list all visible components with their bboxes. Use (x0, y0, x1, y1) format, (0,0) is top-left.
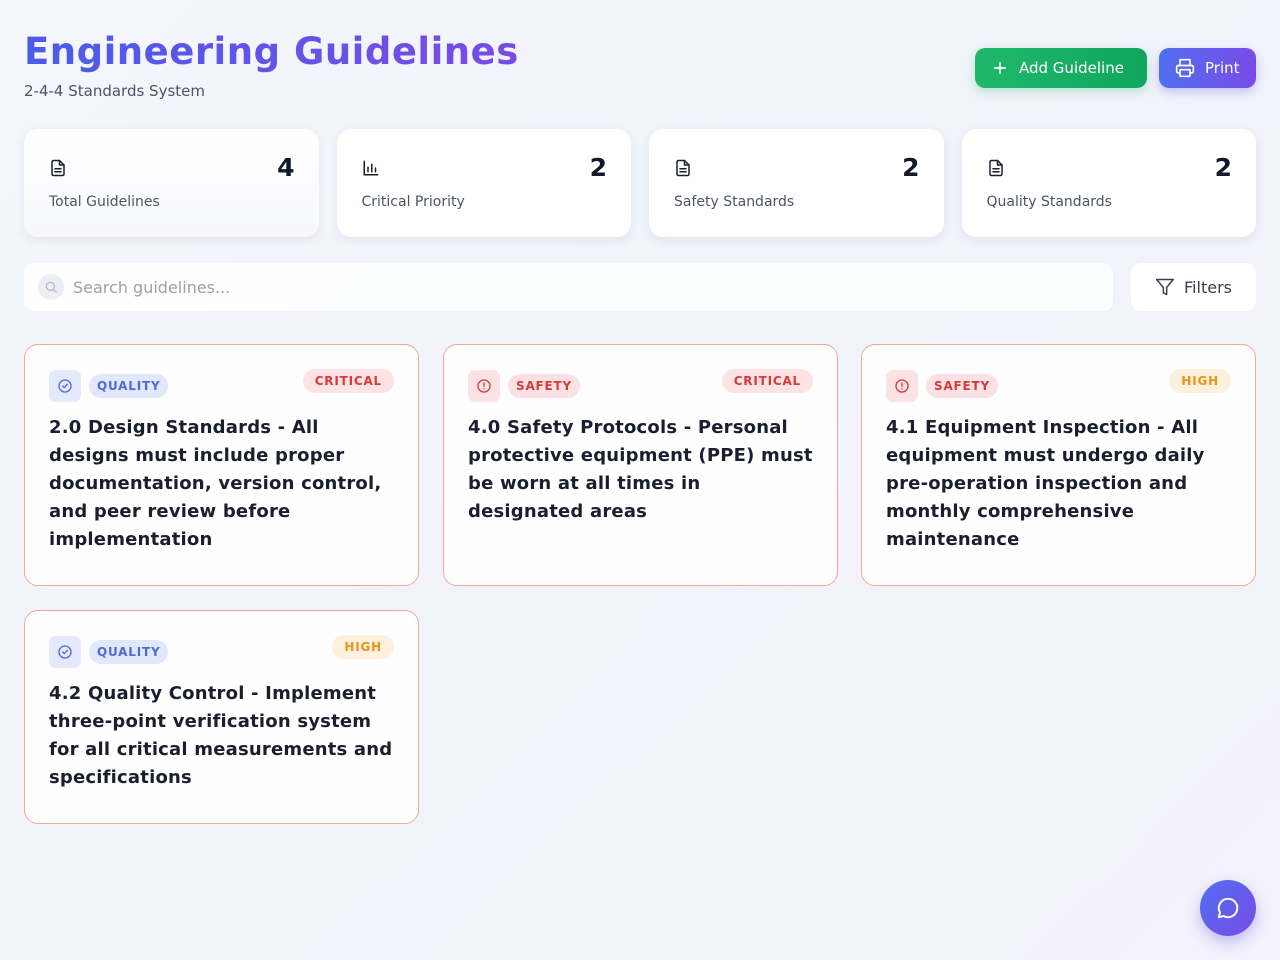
filters-label: Filters (1184, 277, 1232, 297)
guideline-text: 4.0 Safety Protocols - Personal protecti… (468, 417, 813, 522)
stat-card-total: 4 Total Guidelines (24, 129, 319, 237)
category-badge: QUALITY (89, 640, 169, 664)
category-badge: QUALITY (89, 374, 169, 398)
document-icon (988, 159, 1003, 177)
plus-icon (993, 61, 1007, 75)
stats-row: 4 Total Guidelines 2 Critical Priority 2… (24, 129, 1256, 237)
stat-value: 2 (1214, 153, 1232, 182)
guideline-card[interactable]: QUALITY HIGH 4.2 Quality Control - Imple… (24, 610, 419, 824)
filters-button[interactable]: Filters (1131, 263, 1256, 311)
stat-card-quality: 2 Quality Standards (961, 129, 1256, 237)
alert-circle-icon (886, 370, 918, 402)
priority-badge: HIGH (1169, 369, 1231, 393)
priority-badge: HIGH (332, 635, 394, 659)
chat-button[interactable] (1200, 880, 1256, 936)
stat-card-critical: 2 Critical Priority (336, 129, 631, 237)
stat-label: Safety Standards (674, 194, 795, 210)
header-actions: Add Guideline Print (975, 48, 1256, 88)
priority-badge: CRITICAL (302, 369, 394, 393)
stat-label: Total Guidelines (49, 194, 160, 210)
priority-badge: CRITICAL (721, 369, 813, 393)
guideline-text: 4.2 Quality Control - Implement three-po… (49, 683, 393, 788)
guideline-card[interactable]: SAFETY HIGH 4.1 Equipment Inspection - A… (861, 344, 1256, 586)
stat-label: Critical Priority (361, 194, 465, 210)
check-circle-icon (49, 370, 81, 402)
alert-circle-icon (468, 370, 500, 402)
add-guideline-button[interactable]: Add Guideline (975, 48, 1147, 88)
document-icon (51, 159, 65, 177)
category-badge: SAFETY (508, 374, 580, 398)
bar-chart-icon (363, 160, 378, 176)
check-circle-icon (49, 636, 81, 668)
stat-value: 2 (902, 153, 920, 182)
guideline-text: 4.1 Equipment Inspection - All equipment… (886, 417, 1205, 550)
stat-value: 2 (589, 153, 607, 182)
category-badge: SAFETY (926, 374, 998, 398)
add-guideline-label: Add Guideline (1019, 59, 1124, 77)
document-icon (676, 159, 690, 177)
print-label: Print (1205, 59, 1240, 77)
chat-bubble-icon (1217, 897, 1239, 919)
filter-icon (1155, 278, 1175, 296)
print-button[interactable]: Print (1159, 48, 1256, 88)
stat-card-safety: 2 Safety Standards (649, 129, 944, 237)
guideline-card[interactable]: SAFETY CRITICAL 4.0 Safety Protocols - P… (443, 344, 838, 586)
search-input[interactable] (73, 277, 973, 297)
page-title: Engineering Guidelines (24, 30, 519, 73)
page-subtitle: 2-4-4 Standards System (24, 82, 205, 100)
stat-value: 4 (277, 153, 295, 182)
search-bar (24, 263, 1113, 311)
search-icon (38, 274, 64, 300)
guideline-card[interactable]: QUALITY CRITICAL 2.0 Design Standards - … (24, 344, 419, 586)
guideline-text: 2.0 Design Standards - All designs must … (49, 417, 382, 550)
page-header: Engineering Guidelines 2-4-4 Standards S… (24, 30, 519, 100)
printer-icon (1175, 58, 1195, 78)
stat-label: Quality Standards (986, 194, 1112, 210)
